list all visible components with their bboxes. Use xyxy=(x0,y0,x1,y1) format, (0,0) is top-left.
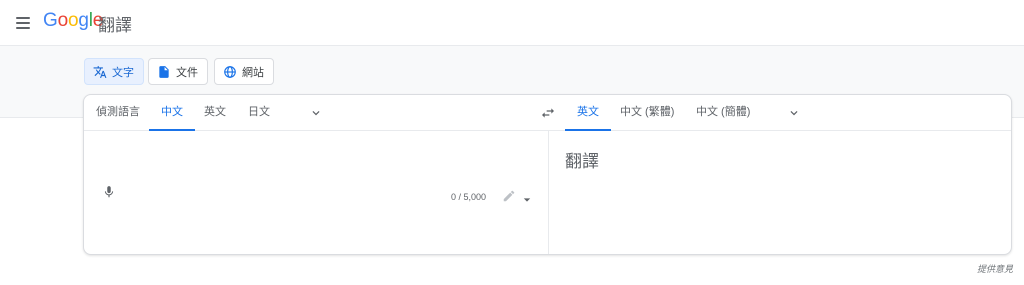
app-title[interactable]: 翻譯 xyxy=(98,11,132,36)
hamburger-icon-line xyxy=(16,22,30,24)
target-text-panel: 翻譯 xyxy=(549,131,1011,254)
source-lang-detect[interactable]: 偵測語言 xyxy=(96,95,140,131)
send-feedback-link[interactable]: 提供意見 xyxy=(977,262,1013,275)
target-lang-chinese-traditional[interactable]: 中文 (繁體) xyxy=(620,95,674,131)
hamburger-icon-line xyxy=(16,27,30,29)
target-lang-chinese-simplified[interactable]: 中文 (簡體) xyxy=(696,95,750,131)
target-lang-more-chevron-down-icon[interactable] xyxy=(787,106,801,120)
swap-languages-icon[interactable] xyxy=(539,105,557,121)
mode-document-label: 文件 xyxy=(176,66,198,79)
mode-website-label: 網站 xyxy=(242,66,264,79)
target-placeholder: 翻譯 xyxy=(565,152,599,171)
mode-text-label: 文字 xyxy=(112,66,134,79)
target-lang-english[interactable]: 英文 xyxy=(565,95,611,131)
main-menu-button[interactable] xyxy=(12,11,36,35)
language-row: 偵測語言 中文 英文 日文 英文 中文 (繁體) 中文 (簡體) xyxy=(84,95,1011,131)
source-lang-english[interactable]: 英文 xyxy=(204,95,226,131)
source-lang-japanese[interactable]: 日文 xyxy=(248,95,270,131)
source-lang-more-chevron-down-icon[interactable] xyxy=(309,106,323,120)
microphone-icon[interactable] xyxy=(102,183,116,201)
translation-card: 偵測語言 中文 英文 日文 英文 中文 (繁體) 中文 (簡體) 翻譯 0 / … xyxy=(83,94,1012,255)
google-logo[interactable]: Google xyxy=(43,10,103,32)
document-icon xyxy=(157,65,171,79)
input-tools-caret-down-icon[interactable] xyxy=(523,191,531,202)
top-bar: Google 翻譯 xyxy=(0,0,1024,46)
hamburger-icon xyxy=(16,17,30,19)
globe-icon xyxy=(223,65,237,79)
character-count: 0 / 5,000 xyxy=(451,192,487,202)
mode-document-button[interactable]: 文件 xyxy=(148,58,208,85)
mode-website-button[interactable]: 網站 xyxy=(214,58,274,85)
mode-text-button[interactable]: 文字 xyxy=(84,58,144,85)
translate-icon xyxy=(93,65,107,79)
source-lang-chinese[interactable]: 中文 xyxy=(149,95,195,131)
handwriting-pencil-icon[interactable] xyxy=(502,189,516,203)
